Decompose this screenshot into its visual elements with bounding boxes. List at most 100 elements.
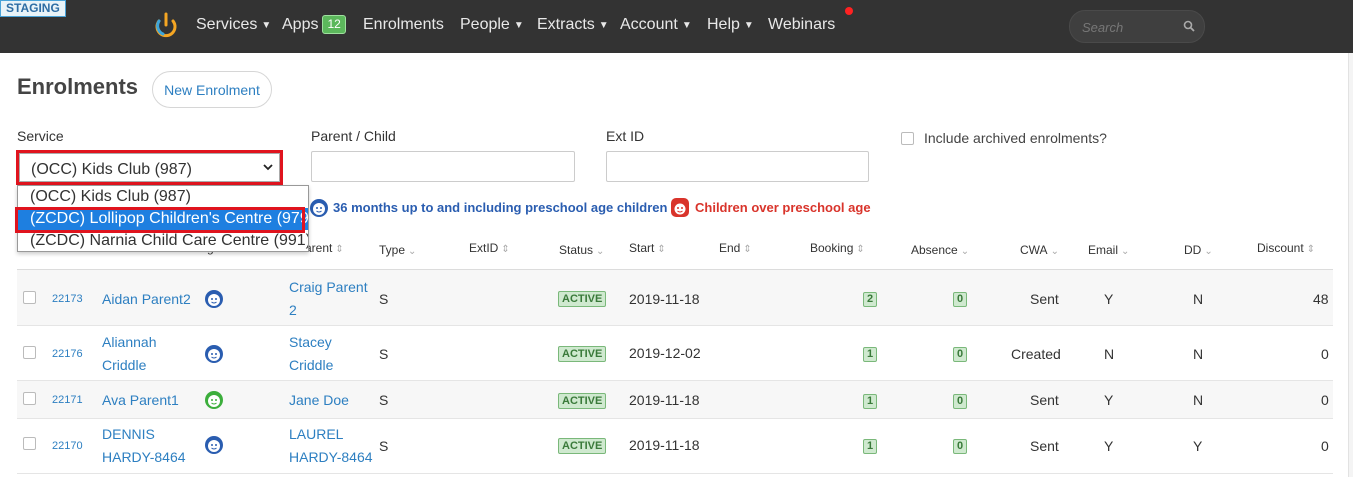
row-child-link[interactable]: DENNIS HARDY-8464 <box>102 423 188 469</box>
include-archived-label: Include archived enrolments? <box>924 130 1107 146</box>
row-checkbox[interactable] <box>23 392 36 405</box>
row-discount: 0 <box>1321 346 1329 362</box>
ext-id-input[interactable] <box>606 151 869 182</box>
col-header-discount[interactable]: Discount ⇕ <box>1257 241 1315 255</box>
row-id-link[interactable]: 22173 <box>52 293 83 305</box>
row-id-link[interactable]: 22176 <box>52 348 83 360</box>
chevron-down-icon: ⌄ <box>408 246 417 257</box>
table-row: 22171 Ava Parent1 Jane Doe S ACTIVE 2019… <box>17 381 1333 419</box>
row-id-link[interactable]: 22171 <box>52 394 83 406</box>
row-child-link[interactable]: Aliannah Criddle <box>102 331 192 377</box>
col-header-extid[interactable]: ExtID ⇕ <box>469 241 510 255</box>
row-start-date: 2019-11-18 <box>629 437 700 453</box>
search-icon[interactable] <box>1183 20 1195 32</box>
service-option-highlighted[interactable]: (ZCDC) Lollipop Children's Centre (979) <box>18 208 308 230</box>
search-box <box>1069 10 1205 43</box>
sort-icon: ⇕ <box>657 244 666 255</box>
nav-extracts[interactable]: Extracts ▼ <box>537 15 609 37</box>
col-header-absence[interactable]: Absence ⌄ <box>911 243 969 257</box>
status-badge: ACTIVE <box>558 393 607 409</box>
row-parent-link[interactable]: Jane Doe <box>289 392 349 408</box>
row-checkbox[interactable] <box>23 437 36 450</box>
status-badge: ACTIVE <box>558 438 607 454</box>
caret-down-icon: ▼ <box>513 20 524 31</box>
apps-count-badge: 12 <box>322 15 346 34</box>
col-header-booking[interactable]: Booking ⇕ <box>810 241 865 255</box>
search-input[interactable] <box>1080 17 1180 37</box>
row-discount: 0 <box>1321 392 1329 408</box>
child-face-red-icon <box>671 198 689 217</box>
row-dd: N <box>1193 346 1204 362</box>
nav-people[interactable]: People ▼ <box>460 15 524 37</box>
booking-count-badge[interactable]: 1 <box>863 394 877 409</box>
row-start-date: 2019-12-02 <box>629 345 701 361</box>
row-cwa: Sent <box>1030 291 1059 307</box>
sort-icon: ⇕ <box>856 244 865 255</box>
row-dd: N <box>1193 392 1204 408</box>
col-header-end[interactable]: End ⇕ <box>719 241 752 255</box>
col-header-email[interactable]: Email ⌄ <box>1088 243 1129 257</box>
row-parent-link[interactable]: Stacey Criddle <box>289 331 374 377</box>
service-label: Service <box>17 128 64 144</box>
row-parent-link[interactable]: Craig Parent 2 <box>289 276 374 322</box>
row-checkbox[interactable] <box>23 291 36 304</box>
row-email: Y <box>1104 291 1114 307</box>
row-discount: 0 <box>1321 438 1329 454</box>
row-discount: 48 <box>1313 291 1329 307</box>
row-child-link[interactable]: Aidan Parent2 <box>102 291 191 307</box>
nav-webinars[interactable]: Webinars <box>768 15 835 35</box>
col-header-status[interactable]: Status ⌄ <box>559 243 604 257</box>
col-header-cwa[interactable]: CWA ⌄ <box>1020 243 1059 257</box>
status-badge: ACTIVE <box>558 346 607 362</box>
service-option[interactable]: (ZCDC) Narnia Child Care Centre (991) <box>18 230 308 252</box>
absence-count-badge[interactable]: 0 <box>953 347 967 362</box>
child-face-blue-icon <box>205 345 223 363</box>
legend-preschool: 36 months up to and including preschool … <box>333 200 668 215</box>
nav-apps[interactable]: Apps 12 <box>282 15 346 35</box>
service-select-highlight: (OCC) Kids Club (987) <box>16 150 283 185</box>
nav-enrolments[interactable]: Enrolments <box>363 15 444 35</box>
page-scrollbar[interactable] <box>1348 53 1353 477</box>
sort-icon: ⇕ <box>1306 244 1316 255</box>
row-parent-link[interactable]: LAUREL HARDY-8464 <box>289 423 374 469</box>
absence-count-badge[interactable]: 0 <box>953 439 967 454</box>
row-dd: N <box>1193 291 1204 307</box>
caret-down-icon: ▼ <box>598 20 609 31</box>
chevron-down-icon: ⌄ <box>960 246 970 257</box>
parent-child-input[interactable] <box>311 151 575 182</box>
row-type: S <box>379 438 389 454</box>
row-type: S <box>379 392 389 408</box>
chevron-down-icon: ⌄ <box>596 246 605 257</box>
row-child-link[interactable]: Ava Parent1 <box>102 392 179 408</box>
booking-count-badge[interactable]: 1 <box>863 439 877 454</box>
col-header-type[interactable]: Type ⌄ <box>379 243 416 257</box>
booking-count-badge[interactable]: 1 <box>863 347 877 362</box>
booking-count-badge[interactable]: 2 <box>863 292 877 307</box>
service-select[interactable]: (OCC) Kids Club (987) <box>19 153 280 182</box>
service-select-value: (OCC) Kids Club (987) <box>31 161 192 178</box>
absence-count-badge[interactable]: 0 <box>953 394 967 409</box>
row-email: Y <box>1104 392 1114 408</box>
nav-account[interactable]: Account ▼ <box>620 15 692 37</box>
col-header-dd[interactable]: DD ⌄ <box>1184 243 1213 257</box>
service-dropdown-list: (OCC) Kids Club (987) (ZCDC) Lollipop Ch… <box>17 185 309 252</box>
row-type: S <box>379 346 389 362</box>
col-header-start[interactable]: Start ⇕ <box>629 241 666 255</box>
caret-down-icon: ▼ <box>743 20 754 31</box>
sort-icon: ⇕ <box>743 244 752 255</box>
sort-icon: ⇕ <box>501 244 510 255</box>
row-start-date: 2019-11-18 <box>629 291 700 307</box>
row-checkbox[interactable] <box>23 346 36 359</box>
nav-services[interactable]: Services ▼ <box>196 15 271 37</box>
absence-count-badge[interactable]: 0 <box>953 292 967 307</box>
nav-help[interactable]: Help ▼ <box>707 15 754 37</box>
ext-id-label: Ext ID <box>606 128 645 144</box>
chevron-down-icon <box>263 164 273 171</box>
chevron-down-icon: ⌄ <box>1204 246 1213 257</box>
row-id-link[interactable]: 22170 <box>52 440 83 452</box>
page-title: Enrolments <box>17 74 139 99</box>
service-option[interactable]: (OCC) Kids Club (987) <box>18 186 308 208</box>
new-enrolment-button[interactable]: New Enrolment <box>152 71 272 108</box>
include-archived-checkbox[interactable] <box>901 132 914 145</box>
app-logo-icon[interactable] <box>154 12 178 38</box>
